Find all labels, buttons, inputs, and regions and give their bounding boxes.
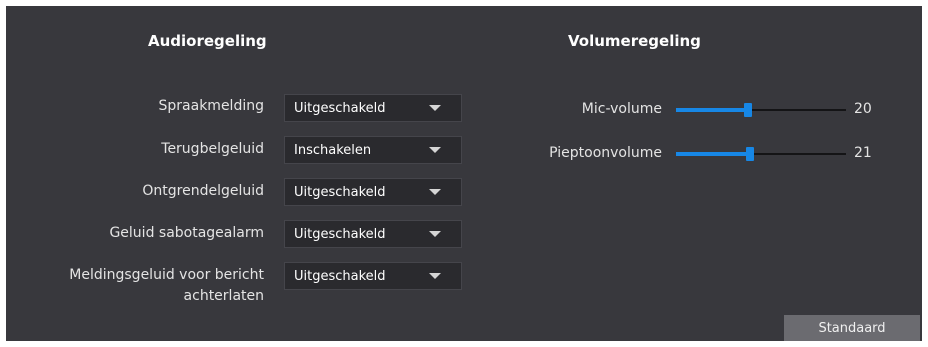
caret-down-icon [429, 147, 441, 153]
ontgrendelgeluid-select[interactable]: Uitgeschakeld [284, 178, 462, 206]
audio-heading: Audioregeling [148, 32, 267, 50]
select-value: Uitgeschakeld [294, 184, 386, 200]
mic-volume-value: 20 [854, 101, 872, 117]
select-value: Uitgeschakeld [294, 100, 386, 116]
audio-settings-panel: Audioregeling Volumeregeling Spraakmeldi… [6, 6, 922, 341]
row-label-ontgrendelgeluid: Ontgrendelgeluid [142, 183, 264, 199]
slider-fill [676, 152, 750, 156]
caret-down-icon [429, 231, 441, 237]
pieptoon-volume-slider[interactable] [676, 147, 846, 161]
row-label-spraakmelding: Spraakmelding [158, 98, 264, 114]
caret-down-icon [429, 189, 441, 195]
caret-down-icon [429, 273, 441, 279]
slider-fill [676, 108, 748, 112]
pieptoon-volume-label: Pieptoonvolume [549, 145, 662, 161]
caret-down-icon [429, 105, 441, 111]
terugbelgeluid-select[interactable]: Inschakelen [284, 136, 462, 164]
slider-thumb[interactable] [746, 147, 754, 161]
row-label-terugbelgeluid: Terugbelgeluid [161, 141, 264, 157]
row-label-bericht-achterlaten: Meldingsgeluid voor bericht achterlaten [69, 267, 264, 304]
mic-volume-label: Mic-volume [581, 101, 662, 117]
volume-heading: Volumeregeling [568, 32, 701, 50]
bericht-achterlaten-select[interactable]: Uitgeschakeld [284, 262, 462, 290]
select-value: Uitgeschakeld [294, 268, 386, 284]
select-value: Inschakelen [294, 142, 372, 158]
sabotagealarm-select[interactable]: Uitgeschakeld [284, 220, 462, 248]
row-label-sabotagealarm: Geluid sabotagealarm [109, 225, 264, 241]
slider-thumb[interactable] [744, 103, 752, 117]
default-button[interactable]: Standaard [784, 315, 920, 341]
pieptoon-volume-value: 21 [854, 145, 872, 161]
spraakmelding-select[interactable]: Uitgeschakeld [284, 94, 462, 122]
select-value: Uitgeschakeld [294, 226, 386, 242]
mic-volume-slider[interactable] [676, 103, 846, 117]
